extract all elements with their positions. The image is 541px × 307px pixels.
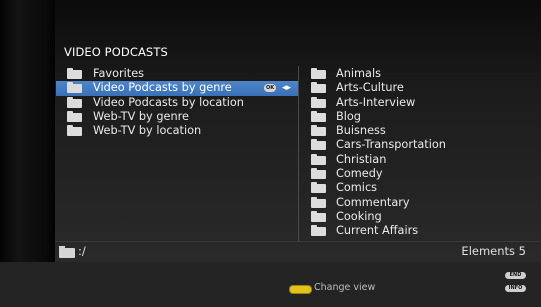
pane-bottom-divider [55, 241, 541, 242]
footer-bar [0, 262, 541, 307]
list-item[interactable]: Current Affairs [307, 224, 527, 238]
current-path: :/ [78, 244, 86, 258]
page-title: VIDEO PODCASTS [64, 45, 168, 59]
list-item-label: Commentary [336, 195, 410, 209]
change-view-label: Change view [314, 282, 376, 293]
list-item[interactable]: Cars-Transportation [307, 138, 527, 152]
list-item[interactable]: Christian [307, 153, 527, 167]
folder-icon [311, 210, 326, 222]
list-item-label: Web-TV by genre [93, 109, 189, 123]
folder-icon [311, 68, 326, 79]
list-item-video-podcasts-by-location[interactable]: Video Podcasts by location [63, 96, 296, 110]
folder-icon [67, 96, 82, 108]
list-item[interactable]: Cooking [307, 210, 527, 224]
list-item-label: Arts-Culture [336, 81, 404, 95]
list-item-favorites[interactable]: Favorites [63, 67, 296, 81]
folder-icon [311, 225, 326, 237]
list-item-label: Favorites [93, 67, 145, 80]
list-item-label: Cars-Transportation [336, 138, 446, 152]
folder-icon [311, 82, 326, 94]
list-item-video-podcasts-by-genre[interactable]: Video Podcasts by genre OK ◂▸ [56, 81, 298, 96]
folder-icon [311, 182, 326, 194]
folder-icon [311, 196, 326, 208]
genre-list: Animals Arts-Culture Arts-Interview Blog… [307, 67, 527, 239]
folder-icon [67, 110, 82, 122]
folder-icon [311, 139, 326, 151]
list-item-label: Video Podcasts by location [93, 95, 244, 109]
list-item[interactable]: Buisness [307, 124, 527, 138]
list-item-web-tv-by-location[interactable]: Web-TV by location [63, 124, 296, 138]
pane-divider [298, 66, 299, 242]
list-item-label: Current Affairs [336, 224, 419, 238]
folder-icon [67, 125, 82, 137]
list-item-label: Arts-Interview [336, 95, 416, 109]
folder-icon [311, 110, 326, 122]
list-item-label: Animals [336, 67, 381, 80]
yellow-key-icon[interactable] [289, 285, 312, 294]
list-item-label: Christian [336, 152, 387, 166]
folder-icon [311, 96, 326, 108]
list-item-label: Comics [336, 181, 378, 195]
element-count: Elements 5 [461, 244, 526, 258]
left-right-arrows-icon: ◂▸ [282, 83, 292, 94]
list-item-label: Cooking [336, 209, 382, 223]
folder-icon [311, 125, 326, 137]
folder-icon [59, 246, 75, 258]
category-list: Favorites Video Podcasts by genre OK ◂▸ … [56, 67, 298, 138]
list-item-label: Blog [336, 109, 361, 123]
list-item-label: Video Podcasts by genre [93, 81, 232, 95]
list-item[interactable]: Comedy [307, 167, 527, 181]
list-item-label: Buisness [336, 124, 386, 138]
end-key-button[interactable]: END [505, 272, 526, 279]
ok-button-icon: OK [264, 84, 276, 93]
list-item-label: Web-TV by location [93, 124, 202, 138]
folder-icon [311, 168, 326, 180]
folder-icon [311, 153, 326, 165]
info-key-button[interactable]: INFO [505, 285, 526, 292]
list-item[interactable]: Blog [307, 110, 527, 124]
folder-icon [67, 82, 82, 94]
folder-icon [67, 68, 82, 79]
list-item-label: Comedy [336, 167, 383, 181]
list-item-web-tv-by-genre[interactable]: Web-TV by genre [63, 110, 296, 124]
list-item[interactable]: Arts-Interview [307, 96, 527, 110]
list-item[interactable]: Commentary [307, 196, 527, 210]
list-item[interactable]: Comics [307, 181, 527, 195]
list-item[interactable]: Animals [307, 67, 527, 81]
list-item[interactable]: Arts-Culture [307, 81, 527, 95]
